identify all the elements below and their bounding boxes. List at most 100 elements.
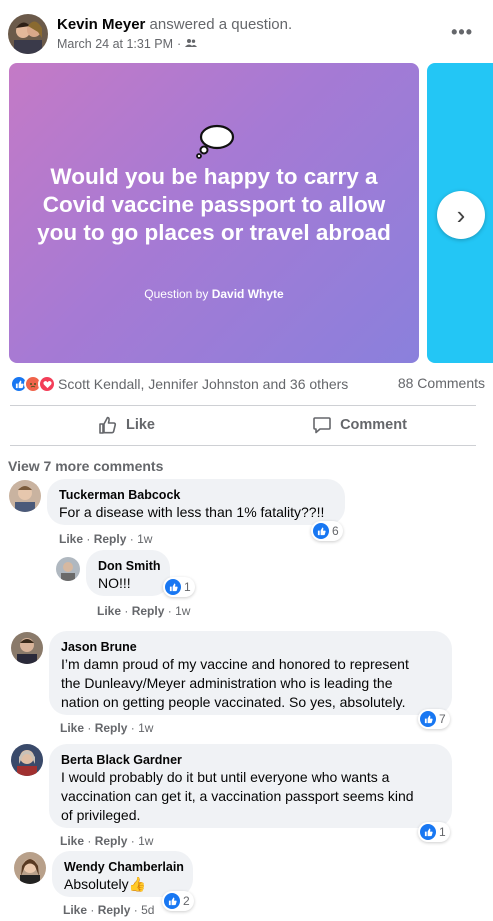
byline-prefix: Question by — [144, 287, 209, 301]
comment-text-line: vaccination can get it, a vaccination pa… — [61, 788, 414, 804]
comment-text-line: nation on getting people vaccinated. So … — [61, 694, 406, 710]
comment-time[interactable]: 1w — [138, 721, 153, 735]
comment-text-line: I’m damn proud of my vaccine and honored… — [61, 656, 409, 672]
like-count: 7 — [439, 712, 446, 726]
comment-like-link[interactable]: Like — [60, 721, 84, 735]
reactions-names[interactable]: Scott Kendall, Jennifer Johnston and 36 … — [58, 376, 348, 392]
thumbs-up-icon — [99, 416, 117, 434]
comment-reply-link[interactable]: Reply — [95, 834, 128, 848]
separator: · — [129, 532, 134, 546]
comment-button[interactable]: Comment — [243, 406, 476, 444]
like-count: 2 — [183, 894, 190, 908]
comment-actions: Like · Reply · 1w — [60, 721, 153, 735]
post-meta: March 24 at 1:31 PM · — [57, 37, 198, 51]
comment-text-line: the Dunleavy/Meyer administration who is… — [61, 675, 393, 691]
comment-button-label: Comment — [340, 417, 407, 433]
post-action-bar: Like Comment — [10, 406, 476, 444]
like-icon — [420, 711, 436, 727]
comment-reply-link[interactable]: Reply — [132, 604, 165, 618]
separator: · — [87, 721, 92, 735]
reactions-summary: Scott Kendall, Jennifer Johnston and 36 … — [10, 374, 485, 394]
comment-bubble: Jason Brune I’m damn proud of my vaccine… — [49, 631, 452, 715]
comment-like-link[interactable]: Like — [60, 834, 84, 848]
like-icon — [313, 523, 329, 539]
post-options-button[interactable]: ••• — [451, 22, 473, 43]
commenter-avatar[interactable] — [9, 480, 41, 512]
comment-like-count[interactable]: 7 — [418, 709, 450, 729]
comment-reply-link[interactable]: Reply — [98, 903, 131, 917]
separator: · — [87, 834, 92, 848]
separator: · — [167, 604, 172, 618]
comment-reply-link[interactable]: Reply — [94, 532, 127, 546]
question-card[interactable]: Would you be happy to carry a Covid vacc… — [9, 63, 419, 363]
separator: · — [124, 604, 129, 618]
comment-actions: Like · Reply · 1w — [97, 604, 190, 618]
byline-name[interactable]: David Whyte — [212, 287, 284, 301]
comment-text: For a disease with less than 1% fatality… — [59, 504, 325, 520]
separator: · — [130, 721, 135, 735]
comment-like-count[interactable]: 2 — [162, 891, 194, 911]
like-count: 1 — [439, 825, 446, 839]
comment-bubble: Don Smith NO!!! — [86, 550, 170, 596]
question-text: Would you be happy to carry a Covid vacc… — [37, 164, 391, 245]
post-timestamp[interactable]: March 24 at 1:31 PM — [57, 37, 173, 51]
chevron-right-icon: › — [456, 199, 466, 230]
comment-bubble: Tuckerman Babcock For a disease with les… — [47, 479, 345, 525]
author-name[interactable]: Kevin Meyer — [57, 16, 145, 33]
like-button[interactable]: Like — [10, 406, 243, 444]
commenter-avatar[interactable] — [11, 744, 43, 776]
comment-icon — [313, 417, 331, 434]
post-header: Kevin Meyer answered a question. March 2… — [8, 14, 485, 56]
like-icon — [165, 579, 181, 595]
comment-time[interactable]: 5d — [141, 903, 154, 917]
commenter-avatar[interactable] — [14, 852, 46, 884]
commenter-avatar[interactable] — [11, 632, 43, 664]
comment-like-count[interactable]: 1 — [418, 822, 450, 842]
comment-like-count[interactable]: 6 — [311, 521, 343, 541]
comment-text: NO!!! — [98, 575, 131, 591]
author-avatar[interactable] — [8, 14, 48, 54]
carousel-next-button[interactable]: › — [437, 191, 485, 239]
commenter-name[interactable]: Berta Black Gardner — [61, 752, 440, 768]
commenter-avatar[interactable] — [56, 557, 80, 581]
commenter-name[interactable]: Tuckerman Babcock — [59, 487, 333, 503]
like-icon — [164, 893, 180, 909]
author-line: Kevin Meyer answered a question. — [57, 16, 292, 33]
comment-reply-link[interactable]: Reply — [95, 721, 128, 735]
comment-text-line: I would probably do it but until everyon… — [61, 769, 390, 785]
comment-count[interactable]: 88 Comments — [398, 375, 485, 391]
like-button-label: Like — [125, 417, 155, 433]
comment-like-link[interactable]: Like — [97, 604, 121, 618]
thought-bubble-icon — [196, 124, 235, 159]
divider — [10, 445, 476, 446]
commenter-name[interactable]: Wendy Chamberlain — [64, 859, 184, 875]
comment-time[interactable]: 1w — [138, 834, 153, 848]
reaction-icons[interactable] — [10, 375, 56, 393]
view-more-comments-link[interactable]: View 7 more comments — [8, 458, 163, 474]
love-icon — [38, 375, 56, 393]
friends-icon[interactable] — [185, 37, 198, 51]
comment-text-line: of privileged. — [61, 807, 141, 823]
commenter-name[interactable]: Jason Brune — [61, 639, 440, 655]
like-count: 6 — [332, 524, 339, 538]
commenter-name[interactable]: Don Smith — [98, 558, 161, 574]
comment-actions: Like · Reply · 5d — [63, 903, 154, 917]
comment-actions: Like · Reply · 1w — [59, 532, 152, 546]
like-icon — [420, 824, 436, 840]
separator: · — [133, 903, 138, 917]
separator: · — [86, 532, 91, 546]
comment-like-link[interactable]: Like — [59, 532, 83, 546]
comment-bubble: Berta Black Gardner I would probably do … — [49, 744, 452, 828]
separator: · — [130, 834, 135, 848]
comment-actions: Like · Reply · 1w — [60, 834, 153, 848]
comment-time[interactable]: 1w — [137, 532, 152, 546]
like-count: 1 — [184, 580, 191, 594]
question-carousel: Would you be happy to carry a Covid vacc… — [9, 63, 493, 363]
comment-time[interactable]: 1w — [175, 604, 190, 618]
comment-like-count[interactable]: 1 — [163, 577, 195, 597]
question-byline: Question by David Whyte — [9, 287, 419, 301]
meta-separator: · — [177, 37, 182, 51]
separator: · — [90, 903, 95, 917]
comment-text: Absolutely👍 — [64, 876, 147, 892]
comment-like-link[interactable]: Like — [63, 903, 87, 917]
